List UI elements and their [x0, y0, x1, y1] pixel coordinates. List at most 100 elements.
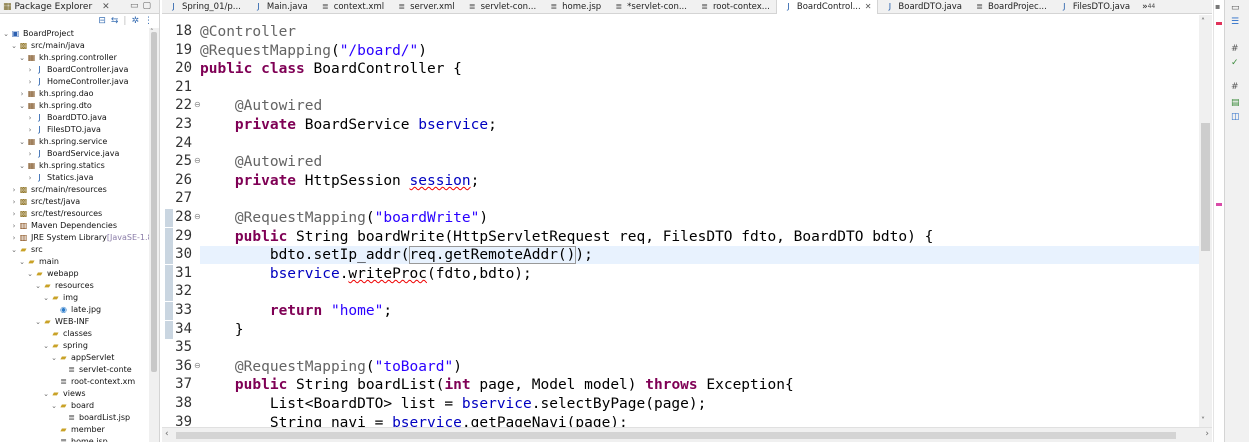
editor-vertical-scrollbar[interactable]: ˄ ˅: [1199, 15, 1212, 427]
chevron-down-icon[interactable]: ⌄: [18, 256, 26, 268]
tree-item[interactable]: ⌄ ▦ kh.spring.dto: [0, 100, 159, 112]
chevron-down-icon[interactable]: ⌄: [50, 400, 58, 412]
hash-icon[interactable]: #: [1231, 44, 1239, 54]
error-marker[interactable]: [1216, 22, 1222, 25]
outline-icon[interactable]: ☰: [1231, 17, 1239, 27]
tree-item[interactable]: › ▩ src/test/java: [0, 196, 159, 208]
code-area[interactable]: @Controller @RequestMapping("/board/") pub…: [200, 15, 1200, 427]
task-icon[interactable]: ✓: [1231, 58, 1239, 68]
code-line[interactable]: public String boardList(int page, Model …: [200, 376, 794, 394]
chevron-right-icon[interactable]: ›: [26, 172, 34, 184]
scroll-up-icon[interactable]: ˄: [1201, 17, 1205, 26]
link-with-editor-icon[interactable]: ⇆: [111, 16, 119, 26]
tree-item[interactable]: ▰ classes: [0, 328, 159, 340]
warning-marker[interactable]: [1216, 203, 1222, 206]
tree-item[interactable]: ⌄ ▰ appServlet: [0, 352, 159, 364]
editor-tab[interactable]: ≣ BoardProjec...: [968, 0, 1053, 14]
code-line[interactable]: bdto.setIp_addr(req.getRemoteAddr());: [200, 246, 1200, 265]
code-line[interactable]: public String boardWrite(HttpServletRequ…: [200, 228, 933, 246]
chevron-right-icon[interactable]: ›: [10, 196, 18, 208]
tree-item[interactable]: › ▩ src/main/resources: [0, 184, 159, 196]
close-icon[interactable]: ✕: [865, 2, 872, 11]
chevron-right-icon[interactable]: ›: [26, 112, 34, 124]
editor-tab[interactable]: ≣ servlet-con...: [461, 0, 543, 14]
chevron-right-icon[interactable]: ›: [26, 76, 34, 88]
tree-item[interactable]: › J BoardDTO.java: [0, 112, 159, 124]
tree-item[interactable]: › J Statics.java: [0, 172, 159, 184]
chevron-down-icon[interactable]: ⌄: [18, 160, 26, 172]
view-menu-icon[interactable]: ⋮: [144, 16, 153, 26]
editor-tab[interactable]: J FilesDTO.java: [1053, 0, 1136, 14]
editor-horizontal-scrollbar[interactable]: ‹ ›: [162, 427, 1212, 442]
code-editor[interactable]: 18 19 20 21 22 ⊖ 23 24 25 ⊖ 26 27 28 ⊖ 29 30 31 32 33 34 35 3…: [162, 15, 1212, 427]
chevron-down-icon[interactable]: ⌄: [50, 352, 58, 364]
chevron-right-icon[interactable]: ›: [26, 148, 34, 160]
tree-item[interactable]: ⌄ ▦ kh.spring.service: [0, 136, 159, 148]
code-line[interactable]: }: [200, 321, 244, 339]
tree-item[interactable]: › J HomeController.java: [0, 76, 159, 88]
editor-tab[interactable]: J Spring_01/p...: [162, 0, 247, 14]
code-line[interactable]: private HttpSession session;: [200, 172, 479, 190]
code-line[interactable]: String navi = bservice.getPageNavi(page)…: [200, 414, 628, 427]
chevron-down-icon[interactable]: ⌄: [18, 136, 26, 148]
chevron-down-icon[interactable]: ⌄: [34, 316, 42, 328]
editor-tab[interactable]: ≣ *servlet-con...: [607, 0, 693, 14]
collapse-all-icon[interactable]: ⊟: [98, 16, 106, 26]
horizontal-scroll-thumb[interactable]: [176, 432, 1176, 439]
code-line[interactable]: @Autowired: [200, 153, 322, 171]
editor-tab[interactable]: J BoardControl... ✕: [775, 0, 879, 14]
tree-item[interactable]: ≣ servlet-conte: [0, 364, 159, 376]
tree-item[interactable]: › J BoardController.java: [0, 64, 159, 76]
tree-item[interactable]: ≣ boardList.jsp: [0, 412, 159, 424]
editor-tab[interactable]: J Main.java: [247, 0, 314, 14]
close-icon[interactable]: ✕: [102, 2, 110, 12]
chevron-down-icon[interactable]: ⌄: [18, 100, 26, 112]
chevron-right-icon[interactable]: ›: [26, 64, 34, 76]
chevron-down-icon[interactable]: ⌄: [10, 40, 18, 52]
problems-icon[interactable]: ◫: [1231, 112, 1240, 122]
tree-item[interactable]: ⌄ ▰ board: [0, 400, 159, 412]
code-line[interactable]: @RequestMapping("boardWrite"): [200, 209, 488, 227]
tree-item[interactable]: ⌄ ▦ kh.spring.controller: [0, 52, 159, 64]
code-line[interactable]: @Autowired: [200, 97, 322, 115]
chevron-right-icon[interactable]: ›: [10, 220, 18, 232]
chevron-down-icon[interactable]: ⌄: [42, 388, 50, 400]
chevron-down-icon[interactable]: ⌄: [34, 280, 42, 292]
chevron-down-icon[interactable]: ⌄: [26, 268, 34, 280]
tree-item[interactable]: › J BoardService.java: [0, 148, 159, 160]
tree-item[interactable]: ⌄ ▣ BoardProject: [0, 28, 159, 40]
tree-item[interactable]: ⌄ ▩ src/main/java: [0, 40, 159, 52]
tree-item[interactable]: › ▥ JRE System Library [JavaSE-1.8: [0, 232, 159, 244]
editor-tab[interactable]: ≣ server.xml: [390, 0, 461, 14]
tree-item[interactable]: ⌄ ▰ src: [0, 244, 159, 256]
code-line[interactable]: return "home";: [200, 302, 392, 320]
tree-item[interactable]: › ▥ Maven Dependencies: [0, 220, 159, 232]
console-icon[interactable]: ▤: [1231, 98, 1240, 108]
chevron-right-icon[interactable]: ›: [10, 232, 18, 244]
editor-tab[interactable]: ≣ home.jsp: [542, 0, 607, 14]
chevron-down-icon[interactable]: ⌄: [2, 28, 10, 40]
chevron-right-icon[interactable]: ›: [26, 124, 34, 136]
code-line[interactable]: @Controller: [200, 23, 296, 41]
minimize-icon[interactable]: ▭: [1231, 3, 1240, 13]
editor-tab[interactable]: ≣ root-contex...: [693, 0, 776, 14]
tree-item[interactable]: › J FilesDTO.java: [0, 124, 159, 136]
tree-item[interactable]: ⌄ ▰ resources: [0, 280, 159, 292]
tab-overflow-button[interactable]: » 44: [1136, 0, 1161, 14]
chevron-right-icon[interactable]: ›: [18, 88, 26, 100]
tree-item[interactable]: ⌄ ▰ WEB-INF: [0, 316, 159, 328]
explorer-scroll-thumb[interactable]: [151, 32, 157, 372]
editor-scroll-thumb[interactable]: [1201, 123, 1210, 251]
editor-tab[interactable]: ≣ context.xml: [314, 0, 390, 14]
tree-item[interactable]: ⌄ ▦ kh.spring.statics: [0, 160, 159, 172]
focus-icon[interactable]: ✲: [131, 16, 139, 26]
code-line[interactable]: @RequestMapping("/board/"): [200, 42, 427, 60]
tree-item[interactable]: › ▦ kh.spring.dao: [0, 88, 159, 100]
explorer-scrollbar[interactable]: ˄: [149, 28, 159, 442]
chevron-right-icon[interactable]: ›: [10, 208, 18, 220]
chevron-down-icon[interactable]: ⌄: [42, 340, 50, 352]
scroll-right-icon[interactable]: ›: [1205, 429, 1209, 439]
tree-item[interactable]: ≣ root-context.xm: [0, 376, 159, 388]
tree-item[interactable]: ◉ late.jpg: [0, 304, 159, 316]
code-line[interactable]: List<BoardDTO> list = bservice.selectByP…: [200, 395, 707, 413]
